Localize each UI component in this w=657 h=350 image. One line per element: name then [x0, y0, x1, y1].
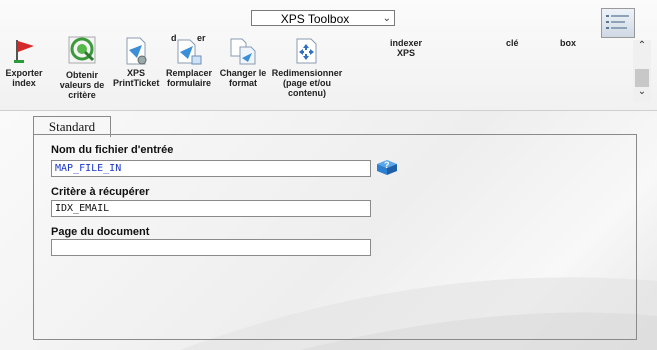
box-text: box: [560, 38, 577, 48]
preview-bullet: [606, 15, 609, 17]
document-page-label: Page du document: [51, 226, 150, 238]
export-label-line-2: index: [12, 78, 36, 88]
preview-bullet: [606, 21, 609, 23]
indexer-line-2: XPS: [396, 48, 415, 58]
change-format-button[interactable]: Changer le format: [217, 36, 269, 92]
resize-label-line-1: Redimensionner: [271, 68, 343, 78]
cle-text: clé: [506, 38, 519, 48]
toolbox-select[interactable]: XPS Toolbox ⌄: [251, 10, 395, 26]
obtain-label-line-2: valeurs de: [59, 80, 105, 90]
replace-label-line-2: formulaire: [166, 78, 211, 88]
obtain-label-line-3: critère: [68, 90, 96, 100]
chevron-down-icon: ⌄: [382, 13, 391, 24]
change-format-label-line-1: Changer le: [219, 68, 267, 78]
toolbox-select-value: XPS Toolbox: [280, 12, 350, 26]
replace-form-button[interactable]: Remplacer formulaire: [163, 36, 215, 92]
green-target-icon: [68, 36, 96, 64]
xps-printticket-button[interactable]: XPS PrintTicket: [113, 36, 159, 92]
scroll-thumb[interactable]: [635, 69, 649, 87]
xps-printticket-icon: [126, 37, 147, 65]
indexer-xps-label[interactable]: indexer XPS: [380, 38, 432, 58]
ribbon-scrollbar[interactable]: ⌃ ⌄: [633, 40, 651, 102]
input-file-field[interactable]: MAP_FILE_IN: [51, 160, 371, 177]
change-format-label-line-2: format: [228, 78, 257, 88]
replace-form-icon: [177, 39, 202, 65]
document-page-field[interactable]: [51, 239, 371, 256]
help-book-icon[interactable]: ?: [375, 158, 399, 176]
printticket-label-line-1: XPS: [126, 68, 145, 78]
scroll-down-icon[interactable]: ⌄: [633, 86, 651, 97]
indexer-line-1: indexer: [389, 38, 422, 48]
svg-text:?: ?: [384, 160, 390, 170]
cle-label[interactable]: clé: [506, 38, 519, 48]
preview-bullet: [606, 27, 609, 29]
resize-button[interactable]: Redimensionner (page et/ou contenu): [269, 36, 345, 104]
red-flag-icon: [14, 40, 34, 63]
export-index-button[interactable]: Exporter index: [2, 36, 46, 92]
criteria-field[interactable]: IDX_EMAIL: [51, 200, 371, 217]
gallery-preview-icon[interactable]: [601, 8, 635, 38]
export-label-line-1: Exporter: [5, 68, 43, 78]
ribbon-toolbar: XPS Toolbox ⌄ d er indexer XPS clé box E…: [0, 0, 657, 111]
resize-label-line-3: contenu): [288, 88, 326, 98]
printticket-label-line-2: PrintTicket: [113, 78, 160, 88]
preview-line: [611, 27, 627, 29]
scroll-up-icon[interactable]: ⌃: [633, 40, 651, 51]
input-file-label: Nom du fichier d'entrée: [51, 144, 174, 156]
criteria-label: Critère à récupérer: [51, 186, 150, 198]
box-label[interactable]: box: [560, 38, 576, 48]
preview-line: [611, 21, 625, 23]
resize-icon: [296, 38, 317, 64]
obtain-criteria-values-button[interactable]: Obtenir valeurs de critère: [54, 36, 110, 104]
resize-label-line-2: (page et/ou: [282, 78, 331, 88]
replace-label-line-1: Remplacer: [165, 68, 213, 78]
obtain-label-line-1: Obtenir: [65, 70, 98, 80]
change-format-icon: [230, 38, 256, 65]
preview-line: [611, 15, 629, 17]
